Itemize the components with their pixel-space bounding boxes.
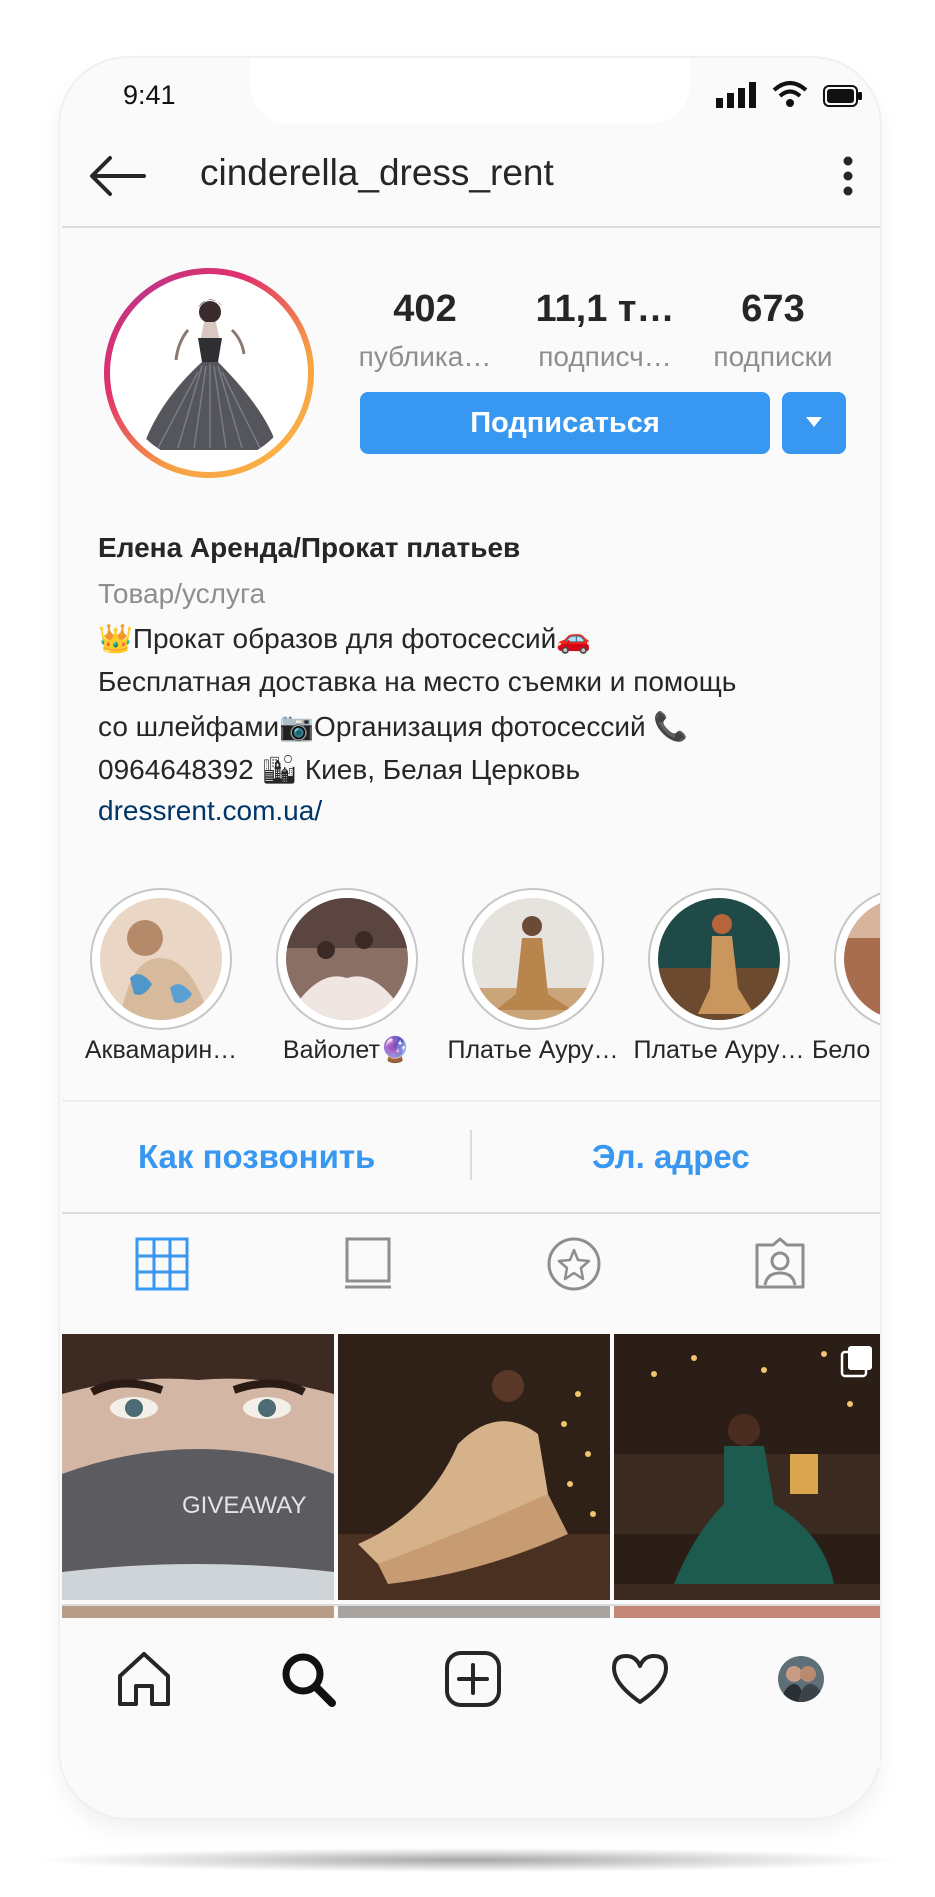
- highlight-5-image: [844, 898, 880, 1020]
- post-tile-2[interactable]: [338, 1334, 610, 1600]
- battery-icon: [823, 85, 863, 112]
- highlight-3[interactable]: [462, 888, 604, 1030]
- highlight-5-label: Бело: [812, 1036, 871, 1064]
- signal-icon: [716, 82, 758, 113]
- bottom-nav-divider: [62, 1604, 880, 1606]
- status-time: 9:41: [123, 80, 176, 110]
- bio-line-4: 0964648392 🏙 Киев, Белая Церковь: [98, 754, 581, 785]
- post-tile-4[interactable]: [62, 1604, 334, 1618]
- bio-website-link[interactable]: dressrent.com.ua/: [98, 795, 322, 827]
- suggested-dropdown-button[interactable]: [782, 392, 846, 454]
- highlight-2-image: [286, 898, 408, 1020]
- grid-tab[interactable]: [132, 1236, 192, 1296]
- contacts-separator: [470, 1130, 472, 1180]
- posts-count: 402: [393, 288, 457, 330]
- phone-notch: [250, 58, 690, 124]
- bio-line-3: со шлейфами📷Организация фотосессий 📞: [98, 711, 689, 742]
- highlight-3-image: [472, 898, 594, 1020]
- stat-posts[interactable]: 402 публика…: [350, 288, 500, 373]
- guides-tab[interactable]: [544, 1236, 604, 1296]
- post-tile-5[interactable]: [338, 1604, 610, 1618]
- profile-avatar-small[interactable]: [778, 1656, 824, 1702]
- star-icon: [546, 1236, 602, 1297]
- highlight-1[interactable]: [90, 888, 232, 1030]
- email-button[interactable]: Эл. адрес: [592, 1138, 750, 1176]
- phone-shadow: [40, 1848, 895, 1872]
- heart-icon[interactable]: [610, 1652, 670, 1711]
- profile-username: cinderella_dress_rent: [200, 152, 554, 193]
- contacts-divider-bottom: [62, 1212, 880, 1214]
- more-options-icon[interactable]: [842, 156, 854, 201]
- feed-icon: [343, 1237, 393, 1296]
- bio-line-2: Бесплатная доставка на место съемки и по…: [98, 666, 737, 697]
- stat-followers[interactable]: 11,1 т… подписч…: [525, 288, 685, 373]
- home-icon[interactable]: [114, 1650, 174, 1713]
- followers-count: 11,1 т…: [535, 288, 675, 330]
- highlight-1-label: Аквамарин…: [84, 1036, 238, 1064]
- call-button[interactable]: Как позвонить: [138, 1138, 375, 1176]
- bio-line-1: 👑Прокат образов для фотосессий🚗: [98, 623, 592, 654]
- profile-full-name: Елена Аренда/Прокат платьев: [98, 532, 521, 563]
- search-icon[interactable]: [278, 1650, 338, 1713]
- caret-down-icon: [806, 414, 822, 432]
- highlight-2-label: Вайолет🔮: [282, 1036, 412, 1064]
- giveaway-label: GIVEAWAY: [182, 1492, 307, 1519]
- contacts-divider-top: [62, 1100, 880, 1102]
- add-post-icon[interactable]: [444, 1650, 502, 1713]
- highlight-1-image: [100, 898, 222, 1020]
- bottom-navigation: [62, 1618, 880, 1768]
- back-arrow-icon[interactable]: [88, 154, 148, 203]
- feed-tab[interactable]: [338, 1236, 398, 1296]
- highlight-5[interactable]: [834, 888, 880, 1030]
- following-label: подписки: [713, 341, 833, 372]
- wifi-icon: [772, 80, 808, 113]
- post-tile-3[interactable]: [614, 1334, 880, 1600]
- stat-following[interactable]: 673 подписки: [698, 288, 848, 373]
- tagged-tab[interactable]: [750, 1236, 810, 1296]
- post-tile-6[interactable]: [614, 1604, 880, 1618]
- highlight-4[interactable]: [648, 888, 790, 1030]
- avatar-dress-illustration: [118, 282, 300, 464]
- highlight-4-image: [658, 898, 780, 1020]
- post-tile-1[interactable]: GIVEAWAY: [62, 1334, 334, 1600]
- header-divider: [62, 226, 880, 228]
- posts-label: публика…: [358, 341, 492, 372]
- following-count: 673: [741, 288, 805, 330]
- person-tag-icon: [753, 1237, 807, 1296]
- profile-avatar[interactable]: [104, 268, 314, 478]
- highlight-4-label: Платье Ауру…: [633, 1036, 805, 1064]
- profile-category: Товар/услуга: [98, 578, 266, 609]
- follow-button[interactable]: Подписаться: [360, 392, 770, 454]
- followers-label: подписч…: [538, 341, 672, 372]
- multiple-photos-icon: [840, 1344, 874, 1383]
- highlight-2[interactable]: [276, 888, 418, 1030]
- highlight-3-label: Платье Ауру…: [447, 1036, 619, 1064]
- grid-icon: [135, 1237, 189, 1296]
